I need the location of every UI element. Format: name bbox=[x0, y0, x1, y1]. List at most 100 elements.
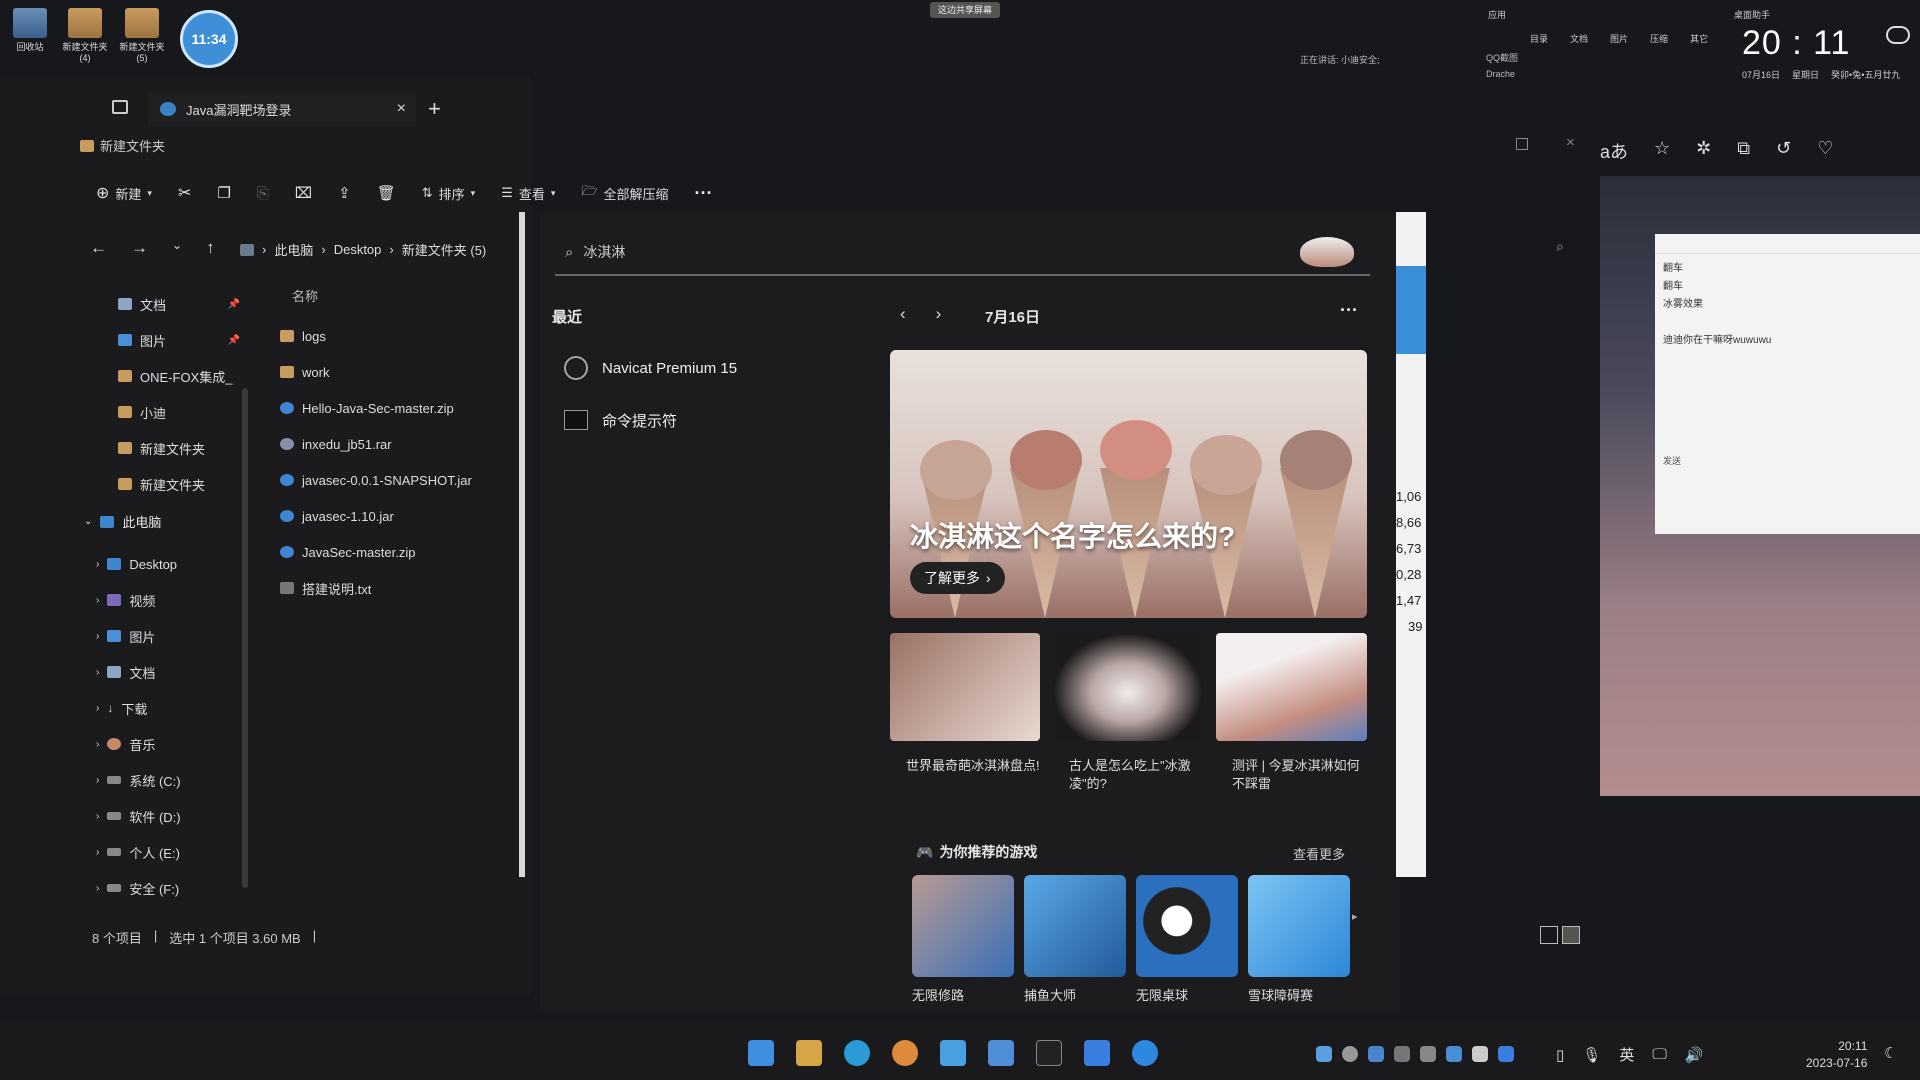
shield-icon[interactable] bbox=[1368, 1046, 1384, 1062]
shortcut-docs[interactable]: 文档 bbox=[1570, 32, 1588, 45]
game-tile[interactable]: 捕鱼大师 bbox=[1024, 875, 1126, 1004]
news-card-2[interactable]: 古人是怎么吃上"冰激凌"的? bbox=[1053, 633, 1203, 793]
health-icon[interactable]: ♡ bbox=[1817, 138, 1833, 164]
nav-item-drive-c[interactable]: › 系统 (C:) bbox=[96, 762, 236, 798]
weather-app-icon[interactable] bbox=[988, 1040, 1014, 1066]
volume-icon[interactable]: 🔊 bbox=[1685, 1046, 1704, 1064]
nav-item-new-folder-2[interactable]: 新建文件夹 bbox=[118, 466, 240, 502]
shortcut-images[interactable]: 图片 bbox=[1610, 32, 1628, 45]
nav-item-xiaodi[interactable]: 小迪 bbox=[118, 394, 240, 430]
desktop-icon-folder-4[interactable]: 新建文件夹 (4) bbox=[55, 8, 115, 63]
nav-item-onefox[interactable]: ONE-FOX集成_ bbox=[118, 358, 240, 394]
nav-item-downloads[interactable]: › ↓ 下载 bbox=[96, 690, 236, 726]
desktop-icon-folder-5[interactable]: 新建文件夹 (5) bbox=[112, 8, 172, 63]
desktop-icon-recycle-bin[interactable]: 回收站 bbox=[0, 8, 60, 53]
usb-icon[interactable]: ▯ bbox=[1556, 1046, 1564, 1064]
new-button[interactable]: ⊕ 新建 ▾ bbox=[96, 183, 152, 203]
nav-item-videos[interactable]: › 视频 bbox=[96, 582, 236, 618]
details-view-icon[interactable] bbox=[1540, 926, 1558, 944]
game-tile[interactable]: 无限桌球 bbox=[1136, 875, 1238, 1004]
nav-scrollbar[interactable] bbox=[242, 388, 248, 888]
file-row[interactable]: 搭建说明.txt bbox=[280, 570, 520, 606]
file-row[interactable]: javasec-1.10.jar bbox=[280, 498, 520, 534]
edge-icon[interactable] bbox=[844, 1040, 870, 1066]
network-icon[interactable]: 🖵 bbox=[1652, 1046, 1666, 1063]
file-explorer-icon[interactable] bbox=[796, 1040, 822, 1066]
tiles-view-icon[interactable] bbox=[1562, 926, 1580, 944]
recent-item-cmd[interactable]: 命令提示符 bbox=[564, 394, 737, 446]
start-icon[interactable] bbox=[748, 1040, 774, 1066]
column-header-name[interactable]: 名称 bbox=[292, 286, 318, 305]
more-options-icon[interactable]: ··· bbox=[695, 183, 713, 204]
see-more-link[interactable]: 查看更多 bbox=[1293, 844, 1345, 863]
previous-day-icon[interactable]: ‹ bbox=[900, 304, 906, 324]
tray-app-icon[interactable] bbox=[1498, 1046, 1514, 1062]
file-row[interactable]: work bbox=[280, 354, 520, 390]
file-row[interactable]: javasec-0.0.1-SNAPSHOT.jar bbox=[280, 462, 520, 498]
share-icon[interactable]: ⇪ bbox=[338, 184, 351, 202]
tray-app-icon[interactable] bbox=[1316, 1046, 1332, 1062]
tray-app-icon[interactable] bbox=[1342, 1046, 1358, 1062]
p-app-icon[interactable] bbox=[1084, 1040, 1110, 1066]
nav-item-documents[interactable]: 文档 📌 bbox=[118, 286, 240, 322]
new-tab-button[interactable]: + bbox=[428, 96, 441, 122]
notification-moon-icon[interactable]: ☾ bbox=[1884, 1044, 1897, 1062]
extensions-icon[interactable]: ✲ bbox=[1696, 138, 1711, 164]
view-button[interactable]: ☰ 查看 ▾ bbox=[501, 184, 555, 203]
nav-item-drive-e[interactable]: › 个人 (E:) bbox=[96, 834, 236, 870]
tray-app-icon[interactable] bbox=[1420, 1046, 1436, 1062]
games-scroll-right-icon[interactable]: ▸ bbox=[1352, 910, 1358, 923]
read-aloud-icon[interactable]: aあ bbox=[1600, 138, 1628, 164]
game-tile[interactable]: 雪球障碍赛 bbox=[1248, 875, 1350, 1004]
copy-icon[interactable]: ❐ bbox=[217, 184, 230, 202]
search-input[interactable]: ⌕ 冰淇淋 bbox=[555, 230, 1370, 276]
delete-icon[interactable]: 🗑 bbox=[377, 184, 396, 202]
chrome-icon[interactable] bbox=[892, 1040, 918, 1066]
breadcrumb-this-pc[interactable]: 此电脑 bbox=[274, 240, 313, 259]
game-tile[interactable]: 无限修路 bbox=[912, 875, 1014, 1004]
search-icon[interactable]: ⌕ bbox=[1556, 238, 1564, 255]
nav-item-new-folder-1[interactable]: 新建文件夹 bbox=[118, 430, 240, 466]
nav-item-drive-d[interactable]: › 软件 (D:) bbox=[96, 798, 236, 834]
taskbar-clock[interactable]: 20:11 2023-07-16 bbox=[1806, 1038, 1867, 1072]
back-icon[interactable]: ← bbox=[90, 238, 107, 258]
tray-app-icon[interactable] bbox=[1472, 1046, 1488, 1062]
recent-locations-icon[interactable]: ⌄ bbox=[172, 238, 182, 258]
forward-icon[interactable]: → bbox=[131, 238, 148, 258]
close-tab-icon[interactable]: × bbox=[397, 100, 406, 118]
history-icon[interactable]: ↺ bbox=[1776, 138, 1791, 164]
shortcut-archives[interactable]: 压缩 bbox=[1650, 32, 1668, 45]
window-tab-icon[interactable] bbox=[112, 100, 128, 114]
tray-app-icon[interactable] bbox=[1394, 1046, 1410, 1062]
sort-button[interactable]: ⇅ 排序 ▾ bbox=[422, 184, 475, 203]
nav-item-pictures-pc[interactable]: › 图片 bbox=[96, 618, 236, 654]
more-options-icon[interactable]: ··· bbox=[1340, 300, 1358, 321]
nav-item-pictures[interactable]: 图片 📌 bbox=[118, 322, 240, 358]
collections-icon[interactable]: ⧉ bbox=[1737, 138, 1750, 164]
microphone-icon[interactable]: 🎙 bbox=[1582, 1046, 1601, 1064]
next-day-icon[interactable]: › bbox=[936, 304, 942, 324]
file-row[interactable]: logs bbox=[280, 318, 520, 354]
screen-share-banner[interactable]: 这边共享屏幕 bbox=[930, 2, 1001, 18]
learn-more-button[interactable]: 了解更多 › bbox=[910, 562, 1005, 594]
chat-send-label[interactable]: 发送 bbox=[1663, 454, 1681, 467]
nav-item-this-pc[interactable]: ⌄ 此电脑 bbox=[84, 512, 161, 531]
file-row[interactable]: JavaSec-master.zip bbox=[280, 534, 520, 570]
news-card-1[interactable]: 世界最奇葩冰淇淋盘点! bbox=[890, 633, 1040, 775]
paste-icon[interactable]: ⎘ bbox=[257, 185, 269, 202]
news-card-3[interactable]: 测评 | 今夏冰淇淋如何不踩雷 bbox=[1216, 633, 1367, 793]
close-window-icon[interactable]: × bbox=[1566, 134, 1575, 151]
shortcut-catalog[interactable]: 目录 bbox=[1530, 32, 1548, 45]
hero-card[interactable]: 冰淇淋这个名字怎么来的? 了解更多 › bbox=[890, 350, 1367, 618]
file-list-scrollbar[interactable] bbox=[519, 212, 525, 877]
nav-item-desktop[interactable]: › Desktop bbox=[96, 546, 236, 582]
shortcut-other[interactable]: 其它 bbox=[1690, 32, 1708, 45]
file-row[interactable]: Hello-Java-Sec-master.zip bbox=[280, 390, 520, 426]
favorite-star-icon[interactable]: ☆ bbox=[1654, 138, 1670, 164]
maximize-icon[interactable] bbox=[1516, 138, 1528, 150]
nav-item-drive-f[interactable]: › 安全 (F:) bbox=[96, 870, 236, 906]
breadcrumb-folder[interactable]: 新建文件夹 (5) bbox=[402, 240, 487, 259]
qq-screenshot-item[interactable]: QQ截图 bbox=[1486, 50, 1518, 66]
recent-item-navicat[interactable]: Navicat Premium 15 bbox=[564, 342, 737, 394]
drache-item[interactable]: Drache bbox=[1486, 66, 1518, 82]
